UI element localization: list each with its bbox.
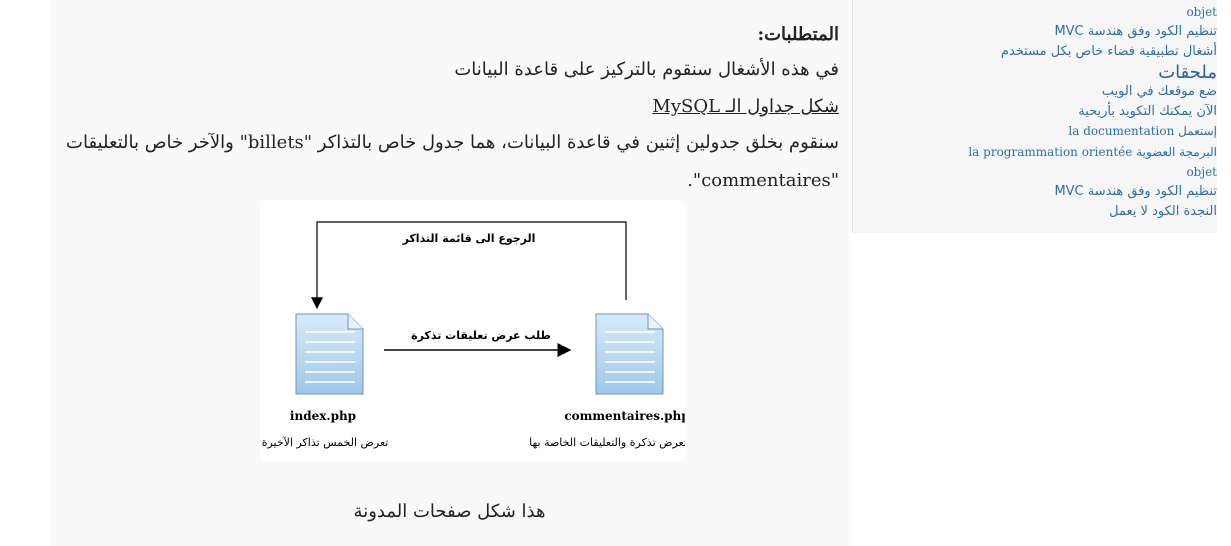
- diagram-svg: الرجوع الى قائمة التذاكر طلب عرض تعليقات…: [262, 221, 690, 449]
- request-label: طلب عرض تعليقات تذكرة: [411, 329, 551, 342]
- commentaires-description: تعرض تذكرة والتعليقات الخاصة بها: [529, 436, 685, 449]
- description-line-1: سنقوم بخلق جدولين إثنين في قاعدة البيانا…: [66, 132, 839, 153]
- sidebar-link[interactable]: إستعمل la documentation: [1068, 124, 1217, 138]
- sidebar-link[interactable]: objet: [1186, 165, 1217, 179]
- blog-pages-diagram: الرجوع الى قائمة التذاكر طلب عرض تعليقات…: [260, 200, 690, 462]
- commentaires-file-name: commentaires.php: [564, 409, 685, 423]
- sidebar-link[interactable]: النجدة الكود لا يعمل: [1109, 204, 1217, 219]
- sidebar-link[interactable]: البرمجة العضوية la programmation orienté…: [968, 145, 1217, 159]
- sidebar-link[interactable]: ضع موقعك في الويب: [1102, 84, 1217, 99]
- diagram-caption: هذا شكل صفحات المدونة: [353, 501, 546, 522]
- index-file-name: index.php: [290, 409, 356, 423]
- sidebar-heading: ملحقات: [1158, 62, 1217, 83]
- intro-paragraph: في هذه الأشغال سنقوم بالتركيز على قاعدة …: [454, 59, 839, 80]
- sidebar-link[interactable]: تنظيم الكود وفق هندسة MVC: [1054, 24, 1217, 39]
- sidebar-link[interactable]: تنظيم الكود وفق هندسة MVC: [1054, 184, 1217, 199]
- article-content: المتطلبات: في هذه الأشغال سنقوم بالتركيز…: [50, 0, 849, 546]
- sidebar-link[interactable]: objet: [1186, 5, 1217, 19]
- sidebar-link[interactable]: الآن يمكنك التكويد بأريحية: [1078, 104, 1217, 119]
- document-icon: [595, 313, 664, 395]
- mysql-tables-link[interactable]: شكل جداول الـ MySQL: [652, 96, 839, 117]
- back-label: الرجوع الى قائمة التذاكر: [402, 232, 536, 245]
- sidebar-navigation: objet تنظيم الكود وفق هندسة MVC أشغال تط…: [852, 0, 1217, 233]
- requirements-heading: المتطلبات:: [757, 24, 839, 45]
- index-description: تعرض الخمس تذاكر الآخيرة: [262, 436, 389, 449]
- document-icon: [295, 313, 364, 395]
- sidebar-link[interactable]: أشغال تطبيقية فضاء خاص بكل مستخدم: [1001, 44, 1217, 59]
- description-line-2: "commentaires".: [687, 170, 839, 191]
